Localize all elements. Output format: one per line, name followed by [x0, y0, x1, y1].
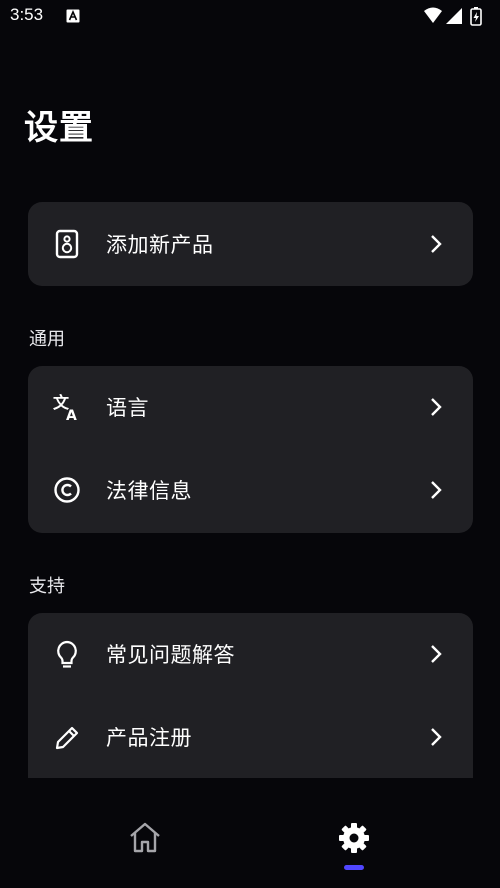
battery-icon	[470, 7, 482, 26]
svg-text:A: A	[66, 408, 77, 423]
row-add-new-product[interactable]: 添加新产品	[28, 203, 473, 285]
status-time: 3:53	[10, 5, 44, 24]
add-product-card: 添加新产品	[28, 202, 473, 286]
row-label: 产品注册	[106, 726, 192, 750]
wifi-icon	[424, 7, 442, 23]
support-card: 常见问题解答 产品注册	[28, 613, 473, 803]
row-faq[interactable]: 常见问题解答	[28, 613, 473, 695]
row-label: 法律信息	[106, 479, 192, 503]
bottom-nav-bar	[0, 778, 500, 888]
home-icon[interactable]	[125, 818, 165, 858]
chevron-right-icon	[431, 728, 442, 746]
signal-icon	[446, 8, 462, 24]
general-card: 文 A 语言 法律信息	[28, 366, 473, 533]
row-label: 添加新产品	[106, 233, 214, 257]
row-label: 常见问题解答	[106, 643, 235, 667]
status-icons	[424, 7, 482, 26]
chevron-right-icon	[431, 235, 442, 253]
row-label: 语言	[106, 396, 149, 420]
chevron-right-icon	[431, 398, 442, 416]
pencil-icon	[55, 726, 79, 750]
section-heading-support: 支持	[29, 576, 65, 597]
row-language[interactable]: 文 A 语言	[28, 366, 473, 448]
app-notification-icon	[66, 9, 80, 23]
section-heading-general: 通用	[29, 329, 65, 350]
row-product-registration[interactable]: 产品注册	[28, 696, 473, 778]
page-title: 设置	[24, 108, 94, 148]
gear-icon[interactable]	[334, 818, 374, 858]
chevron-right-icon	[431, 645, 442, 663]
status-bar: 3:53	[0, 0, 500, 34]
row-legal-info[interactable]: 法律信息	[28, 449, 473, 531]
speaker-device-icon	[55, 229, 79, 259]
lightbulb-icon	[57, 640, 77, 668]
chevron-right-icon	[431, 481, 442, 499]
translate-icon: 文 A	[53, 393, 77, 423]
copyright-icon	[54, 477, 80, 503]
active-tab-indicator	[344, 865, 364, 870]
